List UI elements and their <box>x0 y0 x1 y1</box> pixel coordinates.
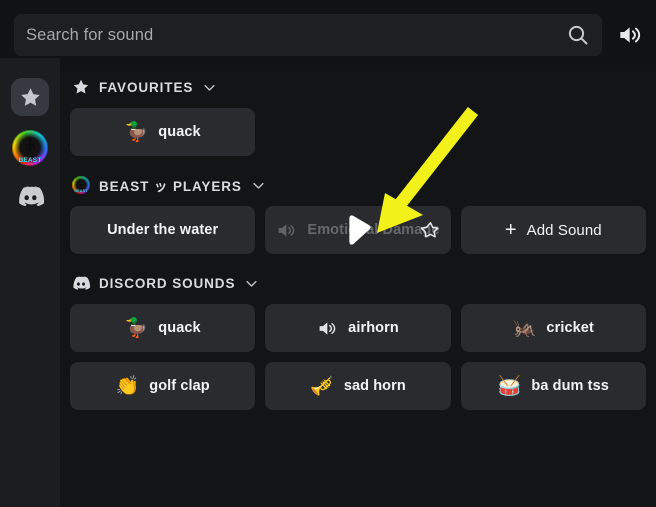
sound-grid-beast-players: Under the water Emotional Damage + Add S… <box>70 206 646 254</box>
sound-card-cricket[interactable]: 🦗 cricket <box>460 304 646 352</box>
soundboard-content: FAVOURITES 🦆 quack BEAST BEAST ッ PLAYERS… <box>60 58 656 507</box>
sound-card-quack[interactable]: 🦆 quack <box>70 304 256 352</box>
chevron-down-icon[interactable] <box>244 276 259 291</box>
server-avatar: BEAST <box>72 176 90 194</box>
sound-name: ba dum tss <box>531 378 609 394</box>
chevron-down-icon[interactable] <box>202 80 217 95</box>
search-icon[interactable] <box>566 23 590 47</box>
sound-name: cricket <box>546 320 594 336</box>
sound-card-quack-favourite[interactable]: 🦆 quack <box>70 108 256 156</box>
sidebar-item-discord-sounds[interactable] <box>11 180 49 218</box>
avatar-figure-icon <box>22 137 38 154</box>
avatar-label: BEAST <box>74 189 88 193</box>
sound-card-golf-clap[interactable]: 👏 golf clap <box>70 362 256 410</box>
sound-name: quack <box>158 124 201 140</box>
server-avatar: BEAST <box>12 130 48 166</box>
duck-emoji-icon: 🦆 <box>124 121 149 143</box>
cricket-emoji-icon: 🦗 <box>512 317 537 339</box>
soundboard-app: BEAST FAVOURITES <box>0 0 656 507</box>
sound-card-under-the-water[interactable]: Under the water <box>70 206 256 254</box>
sound-name: Under the water <box>107 222 219 238</box>
sound-card-emotional-damage[interactable]: Emotional Damage <box>265 206 451 254</box>
avatar-figure-icon <box>77 179 86 191</box>
duck-emoji-icon: 🦆 <box>124 317 149 339</box>
star-outline-icon[interactable] <box>420 221 440 240</box>
section-title: FAVOURITES <box>99 79 194 95</box>
add-sound-label: Add Sound <box>526 221 602 239</box>
discord-icon <box>72 274 90 292</box>
sound-name: sad horn <box>343 378 406 394</box>
section-header-beast-players: BEAST BEAST ッ PLAYERS <box>72 172 646 198</box>
section-title: BEAST ッ PLAYERS <box>99 179 242 194</box>
sound-card-sad-horn[interactable]: 🎺 sad horn <box>265 362 451 410</box>
sound-grid-discord-sounds: 🦆 quack airhorn 🦗 cricket 👏 golf clap 🎺 … <box>70 304 646 410</box>
star-icon <box>72 78 90 96</box>
search-field[interactable] <box>14 14 602 56</box>
speaker-icon <box>276 220 297 241</box>
section-header-favourites: FAVOURITES <box>72 74 646 100</box>
trumpet-emoji-icon: 🎺 <box>310 375 334 397</box>
drum-emoji-icon: 🥁 <box>497 375 522 397</box>
section-header-discord-sounds: DISCORD SOUNDS <box>72 270 646 296</box>
plus-icon: + <box>504 219 517 241</box>
sound-name: airhorn <box>348 320 399 336</box>
sound-name: golf clap <box>149 378 210 394</box>
discord-icon <box>17 185 44 213</box>
add-sound-button[interactable]: + Add Sound <box>460 206 646 254</box>
star-icon <box>19 86 42 109</box>
speaker-icon <box>317 318 338 339</box>
section-title: DISCORD SOUNDS <box>99 275 236 291</box>
server-rail: BEAST <box>0 58 60 507</box>
sidebar-item-favourites[interactable] <box>11 78 49 116</box>
search-input[interactable] <box>26 25 566 45</box>
sound-card-ba-dum-tss[interactable]: 🥁 ba dum tss <box>460 362 646 410</box>
volume-icon[interactable] <box>616 22 642 48</box>
sound-grid-favourites: 🦆 quack <box>70 108 646 156</box>
sound-name: quack <box>158 320 201 336</box>
avatar-label: BEAST <box>18 157 42 164</box>
clap-emoji-icon: 👏 <box>115 375 140 397</box>
sidebar-item-beast-players[interactable]: BEAST <box>11 129 49 167</box>
sound-card-airhorn[interactable]: airhorn <box>265 304 451 352</box>
chevron-down-icon[interactable] <box>251 178 266 193</box>
